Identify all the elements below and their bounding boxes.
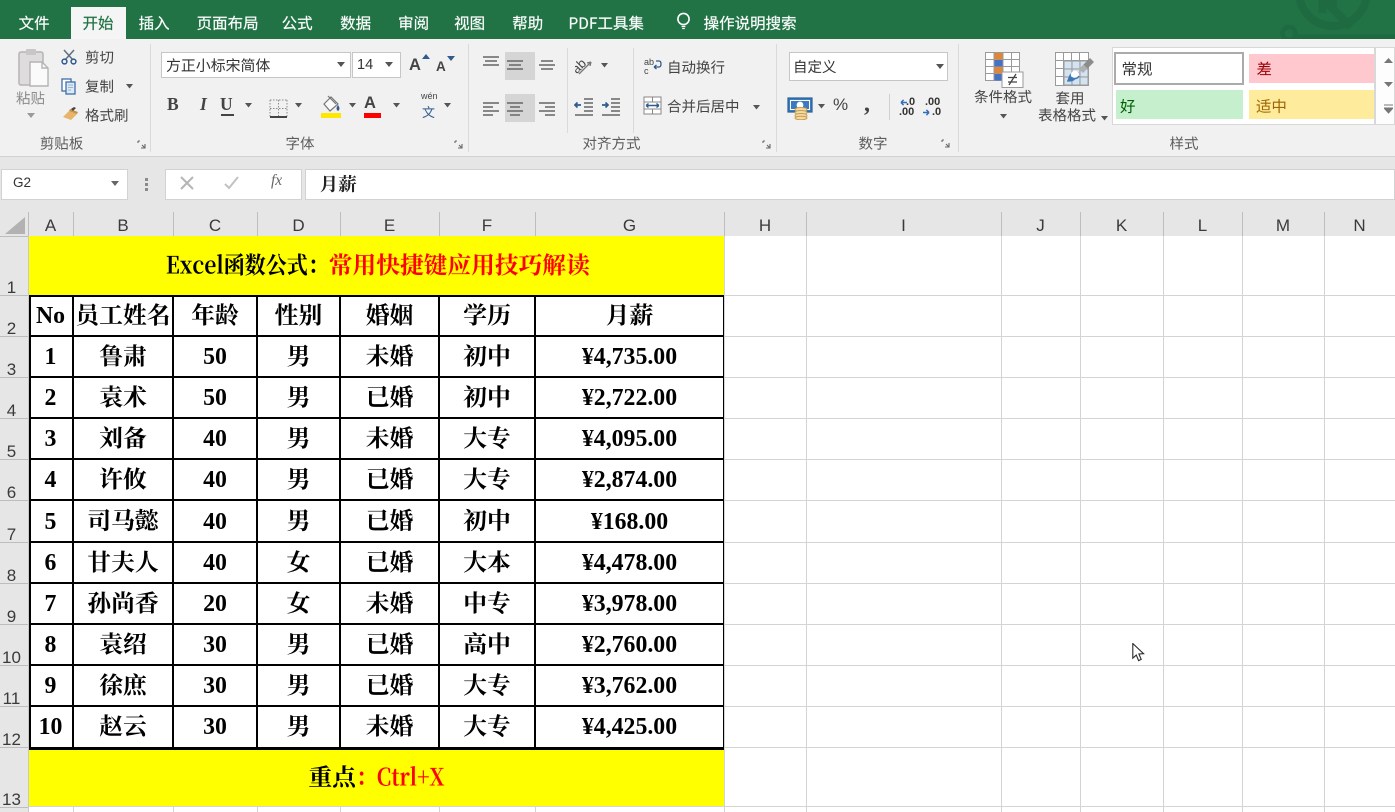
svg-text:c: c bbox=[644, 66, 649, 75]
